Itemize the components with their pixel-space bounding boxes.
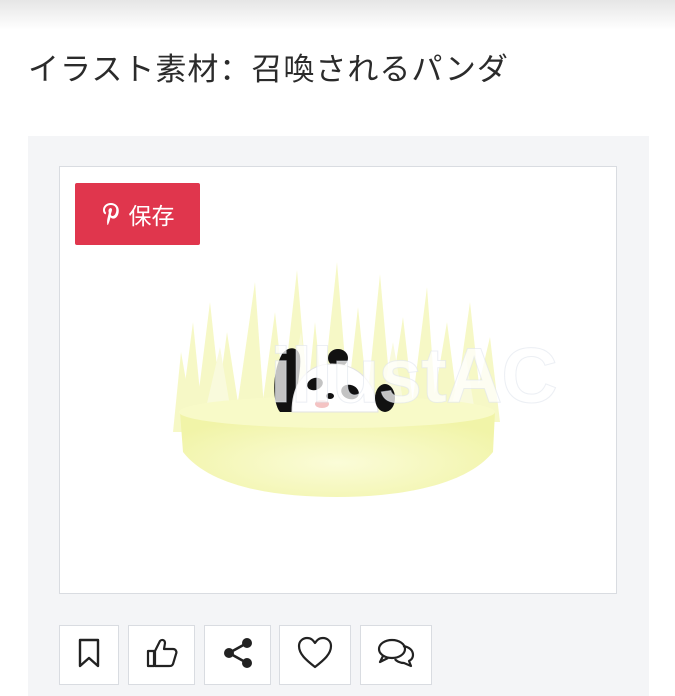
heart-icon [296,636,334,674]
comments-icon [376,636,416,674]
bookmark-button[interactable] [59,625,119,685]
share-icon [221,636,255,674]
pinterest-save-button[interactable]: 保存 [75,183,200,245]
pinterest-icon [101,201,121,227]
page-title: イラスト素材：召喚されるパンダ [28,52,509,88]
bookmark-icon [76,637,102,673]
like-button[interactable] [128,625,195,685]
thumbs-up-icon [145,636,179,674]
top-bar [0,0,675,30]
share-button[interactable] [204,625,271,685]
comments-button[interactable] [360,625,432,685]
pinterest-save-label: 保存 [128,204,175,230]
illustac-watermark: illustAC [270,331,559,420]
favorite-button[interactable] [279,625,351,685]
